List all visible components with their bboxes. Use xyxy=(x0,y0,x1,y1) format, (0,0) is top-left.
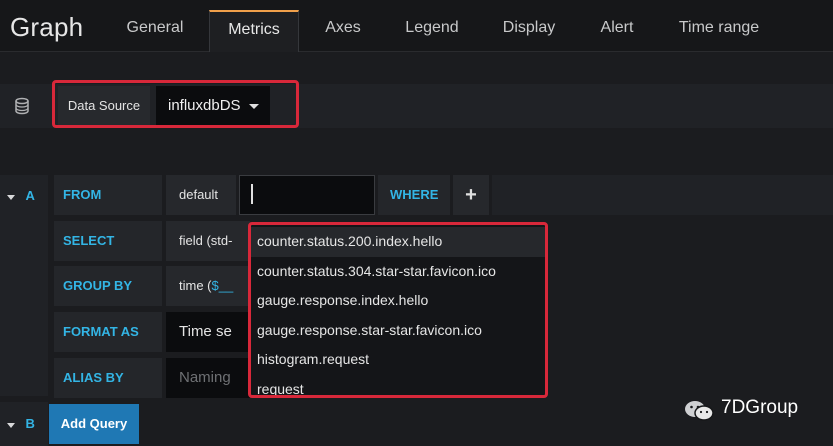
from-label: FROM xyxy=(54,175,162,215)
select-label: SELECT xyxy=(54,221,162,261)
group-by-prefix: time ( xyxy=(179,278,212,293)
measurement-option[interactable]: gauge.response.star-star.favicon.ico xyxy=(251,316,545,346)
measurement-option[interactable]: request xyxy=(251,375,545,395)
measurement-input[interactable] xyxy=(239,175,375,215)
collapse-arrow-icon xyxy=(7,423,15,428)
measurement-option[interactable]: counter.status.304.star-star.favicon.ico xyxy=(251,257,545,287)
from-row-fill xyxy=(492,175,833,215)
panel-title: Graph xyxy=(10,12,84,42)
group-by-label: GROUP BY xyxy=(54,266,162,306)
format-as-label: FORMAT AS xyxy=(54,312,162,352)
database-icon xyxy=(12,96,32,116)
tab-metrics[interactable]: Metrics xyxy=(209,10,299,52)
select-field-part[interactable]: field (std- xyxy=(166,221,250,261)
measurement-option[interactable]: histogram.request xyxy=(251,345,545,375)
retention-policy-select[interactable]: default xyxy=(166,175,236,215)
tab-display[interactable]: Display xyxy=(490,10,568,52)
format-as-select[interactable]: Time se xyxy=(166,312,250,352)
tab-time-range[interactable]: Time range xyxy=(668,10,770,52)
tab-alert[interactable]: Alert xyxy=(587,10,647,52)
group-by-time-part[interactable]: time ($__ xyxy=(166,266,250,306)
add-where-button[interactable]: + xyxy=(453,175,489,215)
add-query-button[interactable]: Add Query xyxy=(49,404,139,444)
query-b-toggle[interactable]: B xyxy=(7,415,35,433)
collapse-arrow-icon xyxy=(7,195,15,200)
tab-general[interactable]: General xyxy=(112,10,198,52)
measurement-option[interactable]: gauge.response.index.hello xyxy=(251,286,545,316)
watermark-text: 7DGroup xyxy=(721,397,799,418)
datasource-highlight-box xyxy=(52,80,299,128)
tab-axes[interactable]: Axes xyxy=(310,10,376,52)
text-cursor xyxy=(251,184,253,204)
alias-by-label: ALIAS BY xyxy=(54,358,162,398)
query-b-letter: B xyxy=(25,416,35,431)
measurement-option[interactable]: counter.status.200.index.hello xyxy=(251,227,545,257)
query-a-letter: A xyxy=(25,188,35,203)
tab-legend[interactable]: Legend xyxy=(392,10,472,52)
query-a-header xyxy=(0,175,48,396)
where-label: WHERE xyxy=(378,175,450,215)
query-a-toggle[interactable]: A xyxy=(7,187,35,205)
wechat-icon xyxy=(683,398,715,424)
alias-by-input[interactable]: Naming xyxy=(166,358,250,398)
group-by-interval: $__ xyxy=(211,278,234,293)
measurement-dropdown: counter.status.200.index.hello counter.s… xyxy=(248,222,548,398)
